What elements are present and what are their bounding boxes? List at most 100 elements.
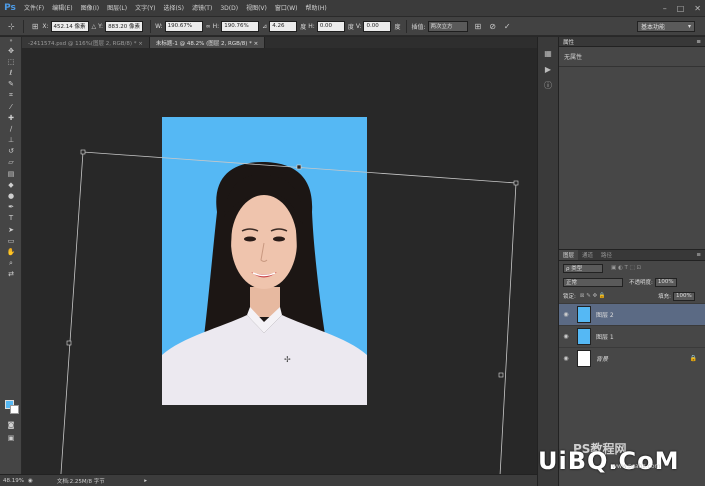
workspace-select[interactable]: 基本功能 ▾ xyxy=(637,21,695,32)
w-field[interactable]: 190.67% xyxy=(164,20,203,32)
background-color-swatch[interactable] xyxy=(10,405,19,414)
marquee-tool-icon[interactable]: ⬚ xyxy=(0,56,22,67)
layer-row[interactable]: ◉ 图层 1 xyxy=(559,325,705,347)
opacity-label: 不透明度: xyxy=(629,280,653,286)
menu-filter[interactable]: 滤镜(T) xyxy=(188,0,216,17)
reference-point-icon[interactable]: ⊞ xyxy=(32,22,39,31)
layers-panel-tabs: 图层 通道 路径 ≡ xyxy=(559,250,705,261)
status-arrow-icon[interactable]: ▸ xyxy=(144,478,147,484)
zoom-level[interactable]: 48.19% xyxy=(0,478,28,484)
screen-mode-icon[interactable]: ▣ xyxy=(0,432,22,443)
status-bar: 48.19% ◉ 文档:2.25M/8 字节 ▸ xyxy=(0,474,537,486)
canvas-area[interactable]: ✢ xyxy=(22,48,537,474)
menu-type[interactable]: 文字(Y) xyxy=(131,0,159,17)
link-icon[interactable]: ∞ xyxy=(206,23,211,30)
panel-menu-icon[interactable]: ≡ xyxy=(696,39,701,45)
interpolation-select[interactable]: 两次立方 xyxy=(427,20,468,32)
tools-panel: » ✥ ⬚ ℓ ✎ ⌗ ⁄ ✚ ∕ ⊥ ↺ ▱ ▤ ◆ ● ✒ T ➤ ▭ ✋ … xyxy=(0,37,22,474)
delta-icon[interactable]: △ xyxy=(92,23,97,30)
angle-field[interactable]: 4.26 xyxy=(269,20,298,32)
quick-mask-icon[interactable]: ◙ xyxy=(0,419,22,430)
eraser-tool-icon[interactable]: ▱ xyxy=(0,157,22,168)
properties-body: 无属性 xyxy=(559,47,705,67)
history-panel-icon[interactable]: ▦ xyxy=(538,45,558,61)
options-bar: ⊹ ⊞ X: 452.14 像素 △ Y: 883.20 像素 W: 190.6… xyxy=(0,17,705,36)
info-panel-icon[interactable]: ⓘ xyxy=(538,77,558,93)
y-field[interactable]: 883.20 像素 xyxy=(105,20,144,32)
layer-name: 背景 xyxy=(596,356,609,363)
properties-title[interactable]: 属性 xyxy=(563,38,574,46)
h-label: H: xyxy=(212,22,220,30)
transform-tool-icon[interactable]: ⊹ xyxy=(8,22,15,31)
visibility-eye-icon[interactable]: ◉ xyxy=(559,311,573,318)
type-tool-icon[interactable]: T xyxy=(0,213,22,224)
eyedropper-tool-icon[interactable]: ⁄ xyxy=(0,101,22,112)
path-select-tool-icon[interactable]: ➤ xyxy=(0,224,22,235)
angle-icon: ⊿ xyxy=(262,22,268,30)
lasso-tool-icon[interactable]: ℓ xyxy=(0,67,22,78)
menu-help[interactable]: 帮助(H) xyxy=(302,0,331,17)
actions-panel-icon[interactable]: ▶ xyxy=(538,61,558,77)
gradient-tool-icon[interactable]: ▤ xyxy=(0,168,22,179)
tab-document-2[interactable]: 未标题-1 @ 48.2% (图层 2, RGB/8) * × xyxy=(149,37,266,48)
layer-row[interactable]: ◉ 图层 2 xyxy=(559,303,705,325)
crop-tool-icon[interactable]: ⌗ xyxy=(0,90,22,101)
brush-tool-icon[interactable]: ∕ xyxy=(0,123,22,134)
cancel-transform-icon[interactable]: ⊘ xyxy=(489,22,496,31)
healing-tool-icon[interactable]: ✚ xyxy=(0,112,22,123)
lock-options-icons[interactable]: ⊠ ✎ ✥ 🔒 xyxy=(580,293,606,299)
stamp-tool-icon[interactable]: ⊥ xyxy=(0,135,22,146)
fill-field[interactable]: 100% xyxy=(673,291,695,301)
divider xyxy=(406,19,408,33)
menu-select[interactable]: 选择(S) xyxy=(159,0,188,17)
menu-image[interactable]: 图像(I) xyxy=(77,0,103,17)
close-icon[interactable]: ✕ xyxy=(694,4,701,13)
lock-label: 锁定: xyxy=(563,294,576,300)
filter-icons[interactable]: ▣ ◐ T ⬚ ⊡ xyxy=(611,265,641,271)
warp-icon[interactable]: ⊞ xyxy=(475,22,482,31)
dodge-tool-icon[interactable]: ● xyxy=(0,190,22,201)
menu-window[interactable]: 窗口(W) xyxy=(271,0,302,17)
tab-layers[interactable]: 图层 xyxy=(559,250,579,260)
chevron-down-icon: ▾ xyxy=(687,23,691,30)
tab-document-1[interactable]: -2411574.psd @ 116%(图层 2, RGB/8) * × xyxy=(22,37,150,48)
visibility-eye-icon[interactable]: ◉ xyxy=(559,355,573,362)
window-controls: – □ ✕ xyxy=(663,0,701,17)
quick-select-tool-icon[interactable]: ✎ xyxy=(0,79,22,90)
blend-mode-select[interactable]: 正常 xyxy=(563,277,623,287)
hskew-field[interactable]: 0.00 xyxy=(316,20,345,32)
menu-3d[interactable]: 3D(D) xyxy=(216,0,242,17)
transform-bounding-box[interactable]: ✢ xyxy=(22,48,537,474)
watermark-url: www.psahz.com xyxy=(612,463,661,470)
zoom-tool-icon[interactable]: ⌕ xyxy=(0,258,22,269)
history-brush-icon[interactable]: ↺ xyxy=(0,146,22,157)
tab-paths[interactable]: 路径 xyxy=(597,250,616,260)
layer-filter-select[interactable]: ρ 类型 xyxy=(563,263,603,273)
panel-menu-icon[interactable]: ≡ xyxy=(696,250,701,260)
tab-channels[interactable]: 通道 xyxy=(578,250,597,260)
blur-tool-icon[interactable]: ◆ xyxy=(0,179,22,190)
minimize-icon[interactable]: – xyxy=(663,4,667,13)
move-tool-icon[interactable]: ✥ xyxy=(0,45,22,56)
menu-view[interactable]: 视图(V) xyxy=(242,0,271,17)
menu-layer[interactable]: 图层(L) xyxy=(103,0,131,17)
vskew-unit: 度 xyxy=(394,23,401,31)
menu-file[interactable]: 文件(F) xyxy=(20,0,48,17)
document-tabs: -2411574.psd @ 116%(图层 2, RGB/8) * × 未标题… xyxy=(22,37,537,48)
hand-tool-icon[interactable]: ✋ xyxy=(0,246,22,257)
x-field[interactable]: 452.14 像素 xyxy=(50,20,89,32)
commit-transform-icon[interactable]: ✓ xyxy=(504,22,511,31)
h-field[interactable]: 190.76% xyxy=(221,20,260,32)
visibility-eye-icon[interactable]: ◉ xyxy=(559,333,573,340)
layer-row[interactable]: ◉ 背景 🔒 xyxy=(559,347,705,369)
swap-colors-icon[interactable]: ⇄ xyxy=(0,269,22,280)
opacity-field[interactable]: 100% xyxy=(654,277,677,287)
shape-tool-icon[interactable]: ▭ xyxy=(0,235,22,246)
pen-tool-icon[interactable]: ✒ xyxy=(0,202,22,213)
menu-edit[interactable]: 编辑(E) xyxy=(48,0,76,17)
maximize-icon[interactable]: □ xyxy=(677,4,685,13)
lock-row: 锁定: ⊠ ✎ ✥ 🔒 填充: 100% xyxy=(559,289,705,303)
panel-collapse-icon[interactable]: » xyxy=(0,37,22,45)
vskew-field[interactable]: 0.00 xyxy=(363,20,392,32)
layer-name: 图层 2 xyxy=(596,312,614,319)
